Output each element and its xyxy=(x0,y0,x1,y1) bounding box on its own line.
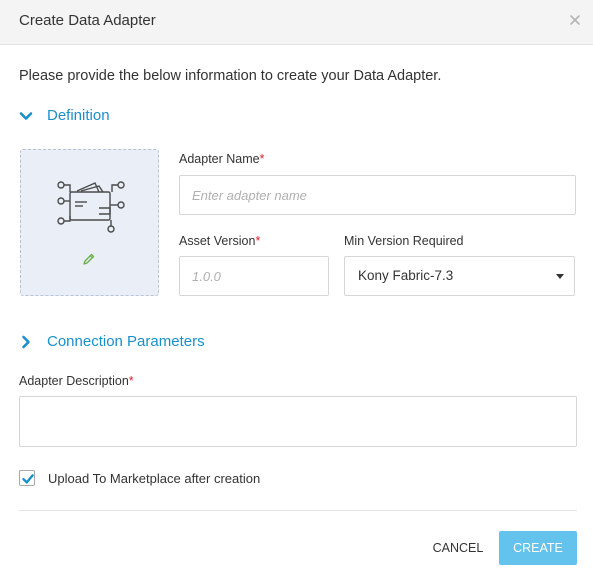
adapter-icon-box xyxy=(20,149,159,296)
create-data-adapter-dialog: Create Data Adapter Please provide the b… xyxy=(0,0,593,582)
intro-text: Please provide the below information to … xyxy=(19,68,442,84)
adapter-name-label-text: Adapter Name xyxy=(179,152,260,166)
caret-down-icon xyxy=(556,274,564,279)
checkmark-icon xyxy=(22,474,34,484)
adapter-name-input[interactable] xyxy=(179,175,576,215)
connection-parameters-section-toggle[interactable]: Connection Parameters xyxy=(19,333,205,350)
cancel-button[interactable]: CANCEL xyxy=(425,536,491,560)
adapter-description-label: Adapter Description* xyxy=(19,374,134,388)
create-button[interactable]: CREATE xyxy=(499,531,577,565)
definition-label: Definition xyxy=(47,107,110,124)
close-icon[interactable] xyxy=(567,12,583,28)
adapter-name-label: Adapter Name* xyxy=(179,152,264,166)
upload-to-marketplace-checkbox[interactable] xyxy=(19,470,35,486)
data-adapter-icon xyxy=(55,178,127,243)
adapter-description-label-text: Adapter Description xyxy=(19,374,129,388)
chevron-down-icon xyxy=(19,109,33,123)
adapter-description-textarea[interactable] xyxy=(19,396,577,447)
min-version-select[interactable]: Kony Fabric-7.3 xyxy=(344,256,575,296)
upload-to-marketplace-label: Upload To Marketplace after creation xyxy=(48,470,261,486)
min-version-selected-value: Kony Fabric-7.3 xyxy=(358,268,454,283)
pencil-icon[interactable] xyxy=(81,252,96,267)
required-mark: * xyxy=(128,374,134,388)
connection-parameters-label: Connection Parameters xyxy=(47,333,205,350)
definition-section-toggle[interactable]: Definition xyxy=(19,107,110,124)
chevron-right-icon xyxy=(19,335,33,349)
dialog-title: Create Data Adapter xyxy=(19,12,156,29)
asset-version-label-text: Asset Version xyxy=(179,234,256,248)
asset-version-input[interactable] xyxy=(179,256,329,296)
footer-divider xyxy=(19,510,577,511)
asset-version-label: Asset Version* xyxy=(179,234,260,248)
required-mark: * xyxy=(259,152,265,166)
upload-to-marketplace-row: Upload To Marketplace after creation xyxy=(19,470,260,486)
required-mark: * xyxy=(255,234,261,248)
min-version-label: Min Version Required xyxy=(344,234,464,248)
dialog-header: Create Data Adapter xyxy=(0,0,593,45)
